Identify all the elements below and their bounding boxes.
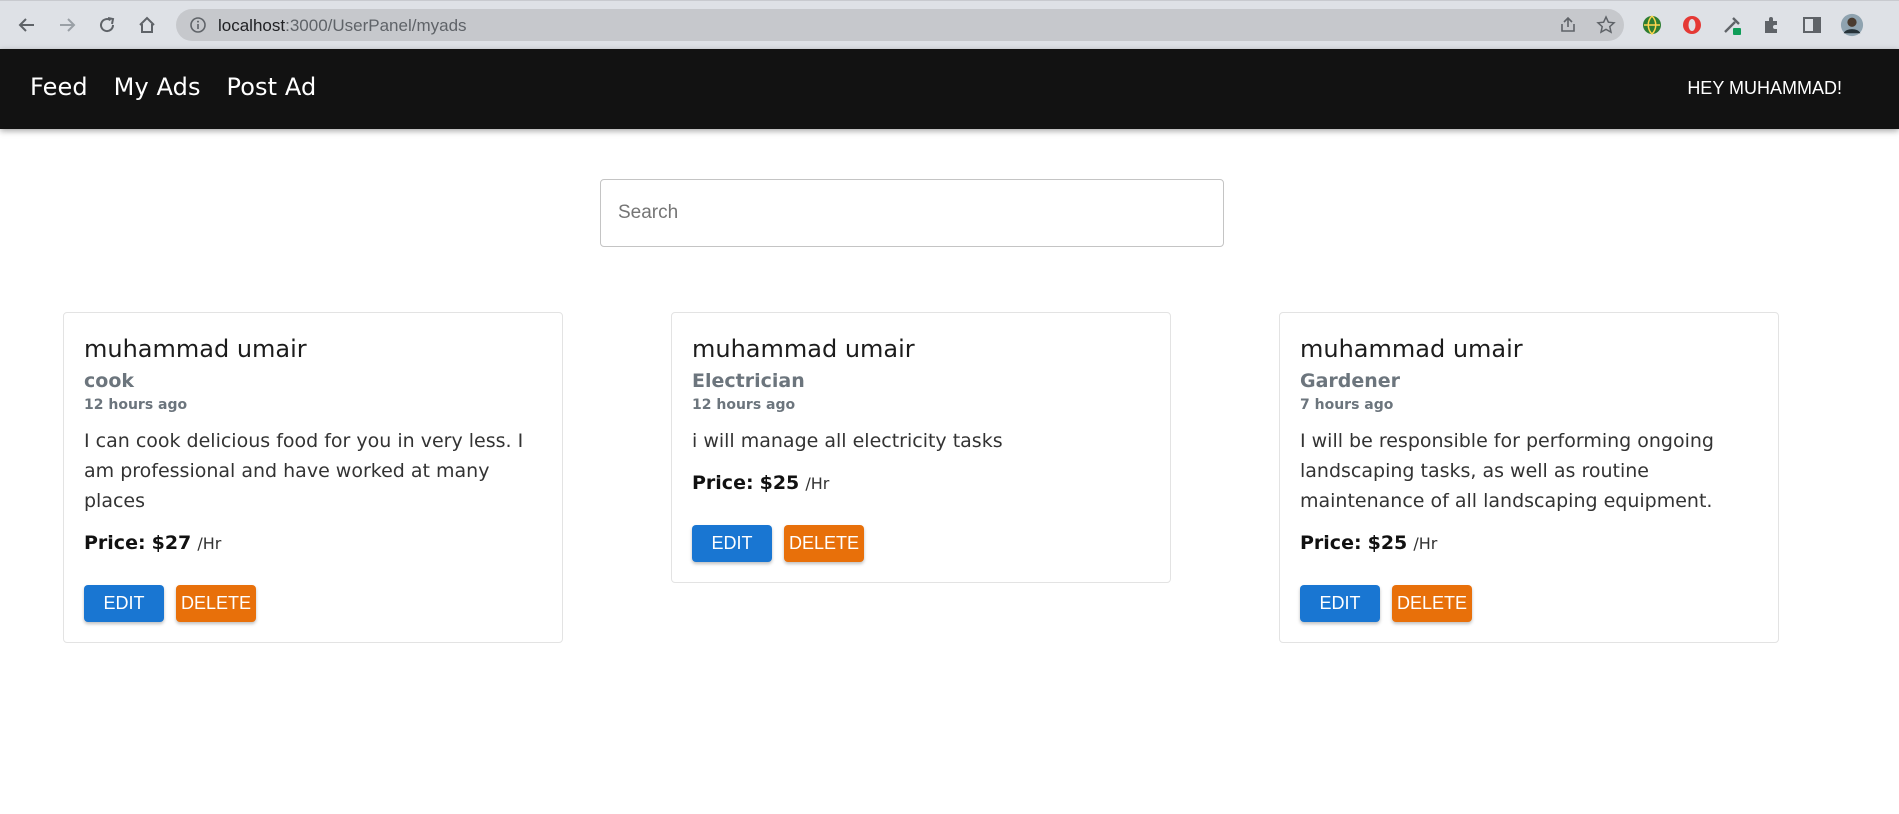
ad-card: muhammad umair cook 12 hours ago I can c… <box>63 312 563 643</box>
back-icon[interactable] <box>12 10 42 40</box>
ad-price: Price: $27 /Hr <box>84 530 542 557</box>
url-path: :3000/UserPanel/myads <box>285 16 467 35</box>
ad-description: I will be responsible for performing ong… <box>1300 430 1714 512</box>
search-field[interactable] <box>600 179 1224 247</box>
ad-timestamp: 12 hours ago <box>84 397 188 413</box>
main-nav: Feed My Ads Post Ad <box>30 73 316 101</box>
ad-actions: EDIT DELETE <box>1300 585 1758 622</box>
bookmark-star-icon[interactable] <box>1596 15 1616 35</box>
ad-price: Price: $25 /Hr <box>1300 530 1758 557</box>
extensions-puzzle-icon[interactable] <box>1760 13 1784 37</box>
url-host: localhost <box>218 16 286 35</box>
nav-my-ads-link[interactable]: My Ads <box>114 73 201 101</box>
nav-feed-link[interactable]: Feed <box>30 73 88 101</box>
ad-profession: cook <box>84 370 135 392</box>
ad-owner-name: muhammad umair <box>692 335 915 363</box>
search-input[interactable] <box>601 180 1223 246</box>
site-info-icon[interactable] <box>190 17 206 33</box>
ad-card: muhammad umair Electrician 12 hours ago … <box>671 312 1171 583</box>
price-unit: /Hr <box>1413 534 1438 553</box>
ad-card: muhammad umair Gardener 7 hours ago I wi… <box>1279 312 1779 643</box>
price-label: Price: <box>692 472 754 494</box>
ad-timestamp: 7 hours ago <box>1300 397 1394 413</box>
ad-profession: Gardener <box>1300 370 1401 392</box>
extension-eyedropper-icon[interactable] <box>1720 13 1744 37</box>
ad-description: i will manage all electricity tasks <box>692 430 1003 452</box>
nav-post-ad-link[interactable]: Post Ad <box>227 73 317 101</box>
extension-opera-icon[interactable] <box>1680 13 1704 37</box>
price-unit: /Hr <box>805 474 830 493</box>
price-value: $27 <box>151 532 192 554</box>
url-text: localhost:3000/UserPanel/myads <box>218 16 467 36</box>
delete-button[interactable]: DELETE <box>784 525 864 562</box>
side-panel-icon[interactable] <box>1800 13 1824 37</box>
forward-icon[interactable] <box>52 10 82 40</box>
app-header: Feed My Ads Post Ad HEY MUHAMMAD! <box>0 49 1899 129</box>
delete-button[interactable]: DELETE <box>176 585 256 622</box>
profile-avatar-icon[interactable] <box>1840 13 1864 37</box>
address-bar[interactable]: localhost:3000/UserPanel/myads <box>176 9 1624 41</box>
share-icon[interactable] <box>1558 15 1578 35</box>
reload-icon[interactable] <box>92 10 122 40</box>
price-unit: /Hr <box>197 534 222 553</box>
browser-toolbar: localhost:3000/UserPanel/myads <box>0 0 1899 49</box>
price-value: $25 <box>759 472 800 494</box>
delete-button[interactable]: DELETE <box>1392 585 1472 622</box>
price-label: Price: <box>1300 532 1362 554</box>
home-icon[interactable] <box>132 10 162 40</box>
user-greeting: HEY MUHAMMAD! <box>1687 78 1842 98</box>
ad-timestamp: 12 hours ago <box>692 397 796 413</box>
price-value: $25 <box>1367 532 1408 554</box>
ad-owner-name: muhammad umair <box>84 335 307 363</box>
ad-actions: EDIT DELETE <box>692 525 1150 562</box>
ad-description: I can cook delicious food for you in ver… <box>84 430 524 512</box>
edit-button[interactable]: EDIT <box>1300 585 1380 622</box>
ad-profession: Electrician <box>692 370 805 392</box>
ad-actions: EDIT DELETE <box>84 585 542 622</box>
ad-owner-name: muhammad umair <box>1300 335 1523 363</box>
extension-globe-icon[interactable] <box>1640 13 1664 37</box>
edit-button[interactable]: EDIT <box>84 585 164 622</box>
price-label: Price: <box>84 532 146 554</box>
ad-price: Price: $25 /Hr <box>692 470 1150 497</box>
edit-button[interactable]: EDIT <box>692 525 772 562</box>
